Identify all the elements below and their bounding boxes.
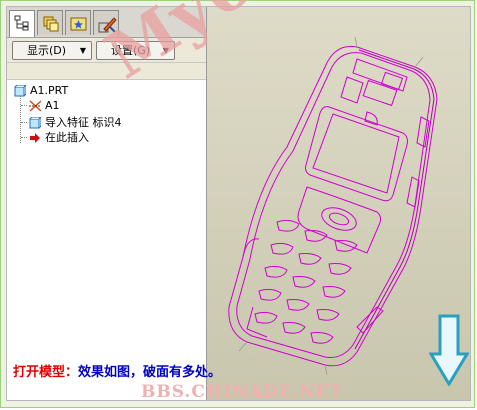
- tab-folder-browser[interactable]: [65, 10, 91, 35]
- display-dropdown[interactable]: 显示(D) ▼: [12, 41, 92, 60]
- tree-item-label: 在此插入: [45, 131, 89, 144]
- screenshot-frame: 显示(D) ▼ 设置(G) ▼ A1.PRT A1 导入特征 标识4 在此插入 …: [0, 0, 475, 408]
- tree-connector: [21, 137, 27, 138]
- layers-icon: [43, 16, 59, 32]
- caption-prefix: 打开模型：: [13, 365, 79, 380]
- part-icon: [14, 85, 26, 97]
- folder-star-icon: [70, 17, 87, 31]
- tree-item-label: 导入特征 标识4: [45, 116, 122, 129]
- site-watermark: BBS.CHINADE.NET: [141, 382, 344, 402]
- tab-layers[interactable]: [37, 10, 63, 35]
- chevron-down-icon: ▼: [79, 46, 86, 55]
- tree-connector: [21, 105, 27, 106]
- tab-model-tree[interactable]: [9, 10, 35, 37]
- coordinate-system-icon: [29, 100, 41, 112]
- insert-here-arrow-icon: [30, 133, 40, 143]
- arrow-down-icon: [429, 314, 469, 386]
- tree-item-label: A1: [45, 99, 60, 112]
- app-window: 显示(D) ▼ 设置(G) ▼ A1.PRT A1 导入特征 标识4 在此插入: [6, 6, 471, 401]
- import-feature-icon: [29, 117, 41, 129]
- tree-connector: [21, 122, 27, 123]
- caption-text: 打开模型：效果如图，破面有多处。: [13, 361, 221, 380]
- navigator-panel: 显示(D) ▼ 设置(G) ▼ A1.PRT A1 导入特征 标识4 在此插入: [7, 7, 207, 400]
- model-tree-icon: [14, 15, 29, 31]
- graphics-viewport[interactable]: [207, 7, 470, 400]
- tree-item-label: A1.PRT: [30, 84, 69, 97]
- display-label: 显示(D): [27, 44, 67, 57]
- tree-connector: [20, 91, 21, 143]
- caption-body: 效果如图，破面有多处。: [78, 365, 222, 380]
